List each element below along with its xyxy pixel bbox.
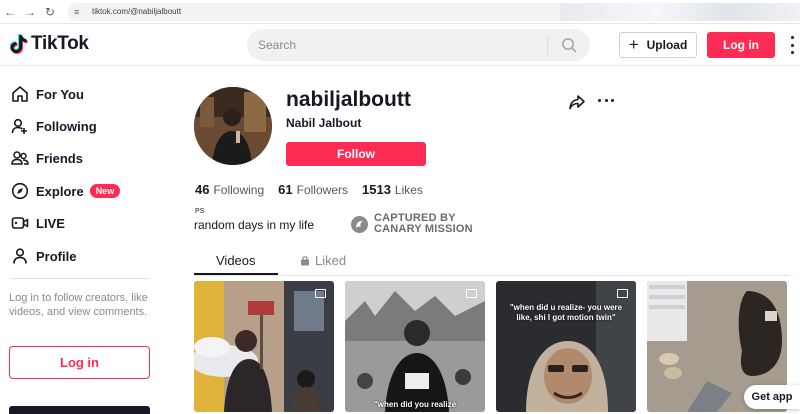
following-count[interactable]: 46 Following <box>195 182 264 197</box>
sidebar-login-button[interactable]: Log in <box>9 346 150 379</box>
stat-label: Following <box>213 183 265 197</box>
photo-mode-icon <box>617 289 628 298</box>
follow-button[interactable]: Follow <box>286 142 426 166</box>
browser-toolbar: ← → ↻ ≡ tiktok.com/@nabiljalboutt <box>0 0 800 24</box>
stat-label: Likes <box>394 183 423 197</box>
header-login-button[interactable]: Log in <box>707 32 775 58</box>
profile-username: nabiljalboutt <box>286 88 411 111</box>
search-input[interactable] <box>247 29 547 61</box>
explore-icon <box>10 181 30 201</box>
more-options-icon[interactable] <box>788 36 796 54</box>
address-bar[interactable]: ≡ tiktok.com/@nabiljalboutt <box>68 2 608 21</box>
profile-nickname: Nabil Jalbout <box>286 116 362 130</box>
upload-label: Upload <box>646 38 688 52</box>
sidebar-item-friends[interactable]: Friends <box>10 146 83 170</box>
canary-mission-logo-icon <box>351 215 368 233</box>
profile-stats: 46 Following 61 Followers 1513 Likes <box>195 182 437 197</box>
sidebar: For You Following Friends Explore New LI… <box>0 66 160 414</box>
tab-videos[interactable]: Videos <box>216 253 256 268</box>
sidebar-item-explore[interactable]: Explore New <box>10 179 121 203</box>
sidebar-bottom-banner[interactable] <box>9 406 150 414</box>
home-icon <box>10 84 30 104</box>
tiktok-logo[interactable]: TikTok <box>9 33 89 55</box>
stat-value: 46 <box>195 182 210 197</box>
sidebar-item-label: For You <box>36 86 84 102</box>
profile-avatar[interactable] <box>194 87 272 165</box>
video-thumbnail-3[interactable]: "when did u realize- you were like, shi … <box>496 281 636 412</box>
login-hint-text: Log in to follow creators, like videos, … <box>9 292 148 318</box>
following-icon <box>10 116 30 136</box>
forward-icon[interactable]: → <box>20 2 40 22</box>
reload-icon[interactable]: ↻ <box>40 2 60 22</box>
top-header: TikTok + Upload Log in <box>0 24 800 66</box>
sidebar-item-label: LIVE <box>36 215 65 231</box>
back-icon[interactable]: ← <box>0 2 20 22</box>
share-icon[interactable] <box>568 93 586 111</box>
sidebar-item-following[interactable]: Following <box>10 114 97 138</box>
live-icon <box>10 213 30 233</box>
search-icon <box>562 38 577 53</box>
captured-line-2: CANARY MISSION <box>374 223 473 235</box>
profile-tabs: Videos Liked <box>194 248 790 276</box>
photo-mode-icon <box>315 289 326 298</box>
tab-liked[interactable]: Liked <box>300 253 346 268</box>
video-caption: "when did u realize- you were like, shi … <box>509 303 623 322</box>
photo-mode-icon <box>466 289 477 298</box>
search-bar <box>247 29 590 61</box>
new-badge: New <box>89 184 121 198</box>
sidebar-item-profile[interactable]: Profile <box>10 244 76 268</box>
brand-name: TikTok <box>31 33 89 54</box>
get-app-button[interactable]: Get app <box>744 385 800 409</box>
bio-ps: PS <box>195 208 205 215</box>
active-tab-indicator <box>194 273 278 275</box>
tiktok-note-icon <box>9 33 30 55</box>
profile-more-icon[interactable] <box>598 99 614 103</box>
friends-icon <box>10 148 30 168</box>
lock-icon <box>301 256 309 266</box>
sidebar-item-live[interactable]: LIVE <box>10 211 65 235</box>
profile-bio: random days in my life <box>194 218 315 232</box>
site-info-icon[interactable]: ≡ <box>74 7 86 17</box>
stat-label: Followers <box>296 183 348 197</box>
stat-value: 61 <box>278 182 293 197</box>
sidebar-divider <box>10 278 150 279</box>
sidebar-item-for-you[interactable]: For You <box>10 82 84 106</box>
video-thumbnail-2[interactable]: "when did you realize <box>345 281 485 412</box>
sidebar-item-label: Friends <box>36 150 83 166</box>
video-thumbnail-1[interactable] <box>194 281 334 412</box>
sidebar-item-label: Profile <box>36 248 77 264</box>
search-button[interactable] <box>548 29 590 61</box>
followers-count[interactable]: 61 Followers <box>278 182 348 197</box>
plus-icon: + <box>628 35 639 54</box>
sidebar-item-label: Explore <box>36 183 84 199</box>
stat-value: 1513 <box>362 182 391 197</box>
tab-liked-label: Liked <box>315 253 347 268</box>
url-text: tiktok.com/@nabiljalboutt <box>92 7 182 16</box>
upload-button[interactable]: + Upload <box>619 32 697 58</box>
likes-count: 1513 Likes <box>362 182 423 197</box>
blurred-bookmarks-region <box>560 3 800 21</box>
sidebar-item-label: Following <box>36 118 97 134</box>
video-caption: "when did you realize <box>373 400 457 409</box>
profile-icon <box>10 246 30 266</box>
captured-watermark: CAPTURED BY CANARY MISSION <box>351 213 473 235</box>
